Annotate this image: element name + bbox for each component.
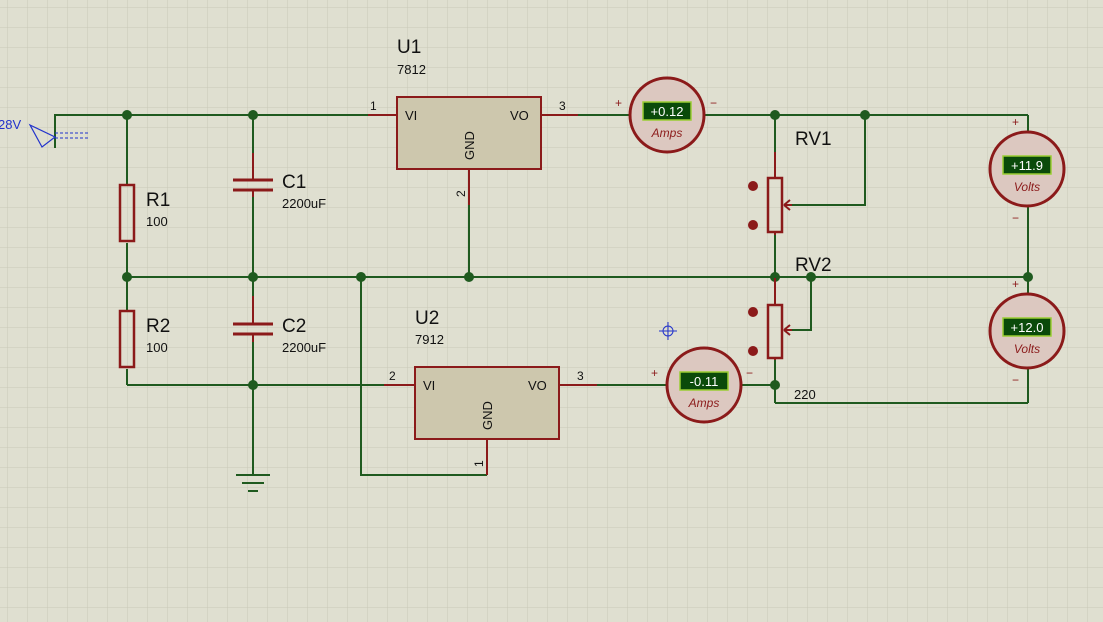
plus-terminal-label: + xyxy=(615,96,622,110)
u1-vo-label: VO xyxy=(510,108,529,123)
u2-vi-label: VI xyxy=(423,378,435,393)
u2-pin-in: 2 xyxy=(389,369,396,383)
plus-terminal-label: + xyxy=(1012,277,1019,291)
meter-reading: +11.9 xyxy=(1011,158,1043,173)
r2-ref: R2 xyxy=(146,316,170,337)
u1-pin-gnd: 2 xyxy=(454,190,468,197)
increment-button[interactable] xyxy=(748,346,758,356)
source-label: 28V xyxy=(0,117,21,132)
c1-value: 2200uF xyxy=(282,196,326,211)
rv2-ref: RV2 xyxy=(795,255,832,276)
u2-pin-gnd: 1 xyxy=(472,460,486,467)
c2-ref: C2 xyxy=(282,316,306,337)
minus-terminal-label: − xyxy=(1012,211,1019,225)
meter-unit: Volts xyxy=(1014,342,1040,356)
increment-button[interactable] xyxy=(748,220,758,230)
rv2-value: 220 xyxy=(794,387,816,402)
rv1-ref: RV1 xyxy=(795,129,832,150)
plus-terminal-label: + xyxy=(1012,115,1019,129)
plus-terminal-label: + xyxy=(651,366,658,380)
meter-reading: +0.12 xyxy=(651,104,684,119)
meter-unit: Volts xyxy=(1014,180,1040,194)
u1-gnd-label: GND xyxy=(462,131,477,160)
decrement-button[interactable] xyxy=(748,181,758,191)
r2-value: 100 xyxy=(146,340,168,355)
meter-reading: +12.0 xyxy=(1011,320,1044,335)
minus-terminal-label: − xyxy=(1012,373,1019,387)
meter-unit: Amps xyxy=(651,126,683,140)
u1-value: 7812 xyxy=(397,62,426,77)
u2-vo-label: VO xyxy=(528,378,547,393)
u2-gnd-label: GND xyxy=(480,401,495,430)
decrement-button[interactable] xyxy=(748,307,758,317)
meter-unit: Amps xyxy=(688,396,720,410)
r1-value: 100 xyxy=(146,214,168,229)
u2-value: 7912 xyxy=(415,332,444,347)
u1-pin-out: 3 xyxy=(559,99,566,113)
minus-terminal-label: − xyxy=(746,366,753,380)
grid-background xyxy=(0,0,1103,622)
u2-ref: U2 xyxy=(415,308,439,329)
c2-value: 2200uF xyxy=(282,340,326,355)
u2-pin-out: 3 xyxy=(577,369,584,383)
meter-reading: -0.11 xyxy=(690,374,719,389)
u1-ref: U1 xyxy=(397,37,421,58)
schematic-canvas[interactable]: 28V R1 100 R2 100 C1 2200uF C2 2200uF U1… xyxy=(0,0,1103,622)
r1-ref: R1 xyxy=(146,190,170,211)
c1-ref: C1 xyxy=(282,172,306,193)
minus-terminal-label: − xyxy=(710,96,717,110)
u1-vi-label: VI xyxy=(405,108,417,123)
u1-pin-in: 1 xyxy=(370,99,377,113)
